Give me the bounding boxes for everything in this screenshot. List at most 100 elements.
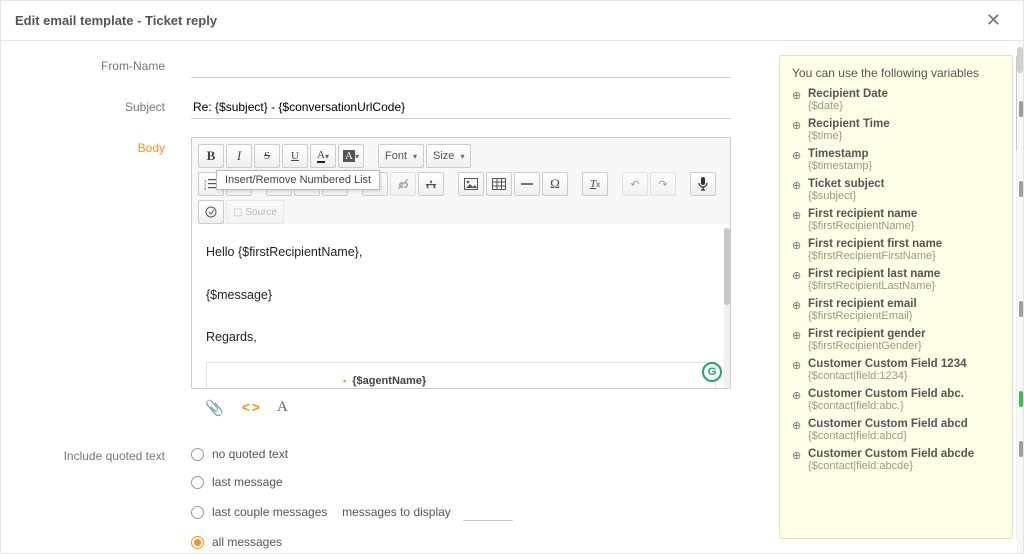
text-mode-toggle[interactable]: A bbox=[277, 399, 288, 417]
hr-button[interactable] bbox=[514, 172, 540, 196]
remove-format-button[interactable]: Tx bbox=[582, 172, 608, 196]
variable-item[interactable]: First recipient email{$firstRecipientEma… bbox=[792, 298, 1000, 322]
attachment-icon[interactable]: 📎 bbox=[205, 399, 224, 417]
edge-mark bbox=[1019, 181, 1023, 197]
variable-token: {$firstRecipientGender} bbox=[808, 340, 1000, 352]
variable-item[interactable]: Timestamp{$timestamp} bbox=[792, 148, 1000, 172]
quoted-text-options: no quoted text last message last couple me… bbox=[191, 447, 731, 549]
source-button[interactable]: ▢ Source bbox=[226, 200, 284, 224]
variable-item[interactable]: First recipient name{$firstRecipientName… bbox=[792, 208, 1000, 232]
variable-token: {$contact|field:abc.} bbox=[808, 400, 1000, 412]
form-column: From-Name Subject Body bbox=[1, 41, 779, 553]
row-include-quoted: Include quoted text no quoted textlast m… bbox=[1, 445, 775, 549]
variable-token: {$date} bbox=[808, 100, 1000, 112]
strike-button[interactable]: S bbox=[254, 144, 280, 168]
extra-button-1[interactable] bbox=[198, 200, 224, 224]
from-name-input[interactable] bbox=[191, 55, 731, 78]
dialog-header: Edit email template - Ticket reply ✕ bbox=[1, 1, 1023, 41]
anchor-button[interactable] bbox=[418, 172, 444, 196]
italic-button[interactable]: I bbox=[226, 144, 252, 168]
quoted-option[interactable]: last message bbox=[191, 475, 731, 489]
underline-button[interactable]: U bbox=[282, 144, 308, 168]
text-color-button[interactable]: A▾ bbox=[310, 144, 336, 168]
radio-icon[interactable] bbox=[191, 506, 204, 519]
redo-button[interactable]: ↷ bbox=[650, 172, 676, 196]
undo-button[interactable]: ↶ bbox=[622, 172, 648, 196]
mic-button[interactable] bbox=[690, 172, 716, 196]
messages-count-input[interactable] bbox=[463, 503, 513, 521]
variable-token: {$contact|field:1234} bbox=[808, 370, 1000, 382]
html-toggle[interactable]: < > bbox=[242, 399, 259, 417]
variable-item[interactable]: First recipient last name{$firstRecipien… bbox=[792, 268, 1000, 292]
editor-content[interactable]: Hello {$firstRecipientName}, {$message} … bbox=[192, 228, 730, 388]
radio-label: last message bbox=[212, 475, 283, 489]
variable-item[interactable]: Recipient Time{$time} bbox=[792, 118, 1000, 142]
variable-token: {$subject} bbox=[808, 190, 1000, 202]
variable-item[interactable]: First recipient gender{$firstRecipientGe… bbox=[792, 328, 1000, 352]
variable-name: First recipient name bbox=[808, 208, 1000, 220]
variable-token: {$timestamp} bbox=[808, 160, 1000, 172]
variable-token: {$firstRecipientFirstName} bbox=[808, 250, 1000, 262]
editor-scrollbar[interactable] bbox=[724, 228, 730, 388]
variable-name: First recipient gender bbox=[808, 328, 1000, 340]
subject-input[interactable] bbox=[191, 96, 731, 119]
quoted-option[interactable]: no quoted text bbox=[191, 447, 731, 461]
variable-item[interactable]: Recipient Date{$date} bbox=[792, 88, 1000, 112]
editor-footer: 📎 < > A bbox=[191, 389, 731, 427]
variable-name: Ticket subject bbox=[808, 178, 1000, 190]
variable-token: {$time} bbox=[808, 130, 1000, 142]
size-select[interactable]: Size▾ bbox=[426, 144, 471, 168]
grammarly-icon[interactable] bbox=[702, 362, 722, 382]
label-subject: Subject bbox=[1, 96, 191, 114]
font-select[interactable]: Font▾ bbox=[378, 144, 424, 168]
variable-item[interactable]: Customer Custom Field abc.{$contact|fiel… bbox=[792, 388, 1000, 412]
dialog-title: Edit email template - Ticket reply bbox=[15, 13, 217, 28]
radio-icon[interactable] bbox=[191, 476, 204, 489]
row-body: Body B I S U A▾ A▾ Font bbox=[1, 137, 775, 427]
variables-list: Recipient Date{$date}Recipient Time{$tim… bbox=[792, 88, 1000, 472]
body-line-regards: Regards, bbox=[206, 327, 716, 348]
editor-toolbar: B I S U A▾ A▾ Font▾ Size▾ bbox=[192, 138, 730, 224]
variable-name: First recipient first name bbox=[808, 238, 1000, 250]
variable-item[interactable]: Customer Custom Field abcd{$contact|fiel… bbox=[792, 418, 1000, 442]
close-button[interactable]: ✕ bbox=[978, 6, 1009, 35]
signature-card: @ LiveAgent {$agentName} {$agentSignatur… bbox=[206, 362, 716, 388]
variable-token: {$firstRecipientName} bbox=[808, 220, 1000, 232]
edge-mark bbox=[1019, 301, 1023, 317]
edit-email-template-dialog: Edit email template - Ticket reply ✕ Fro… bbox=[0, 0, 1024, 554]
quoted-option[interactable]: last couple messages messages to display bbox=[191, 503, 731, 521]
variables-column: You can use the following variables Reci… bbox=[779, 41, 1023, 553]
image-button[interactable] bbox=[458, 172, 484, 196]
size-select-label: Size bbox=[433, 150, 454, 162]
radio-label: last couple messages bbox=[212, 505, 327, 519]
variable-name: Timestamp bbox=[808, 148, 1000, 160]
dialog-body: From-Name Subject Body bbox=[1, 41, 1023, 553]
variable-name: Recipient Time bbox=[808, 118, 1000, 130]
variable-item[interactable]: Customer Custom Field 1234{$contact|fiel… bbox=[792, 358, 1000, 382]
rich-text-editor: B I S U A▾ A▾ Font▾ Size▾ bbox=[191, 137, 731, 389]
variable-item[interactable]: First recipient first name{$firstRecipie… bbox=[792, 238, 1000, 262]
variable-name: Recipient Date bbox=[808, 88, 1000, 100]
body-line-message: {$message} bbox=[206, 285, 716, 306]
row-subject: Subject bbox=[1, 96, 775, 119]
quoted-option[interactable]: all messages bbox=[191, 535, 731, 549]
signature-list: {$agentName} {$agentSignature} www.livea… bbox=[343, 373, 535, 388]
radio-icon[interactable] bbox=[191, 536, 204, 549]
radio-extra-label: messages to display bbox=[335, 505, 450, 519]
radio-icon[interactable] bbox=[191, 448, 204, 461]
bg-color-button[interactable]: A▾ bbox=[338, 144, 364, 168]
variables-panel: You can use the following variables Reci… bbox=[779, 55, 1013, 539]
body-line-hello: Hello {$firstRecipientName}, bbox=[206, 242, 716, 263]
unlink-button[interactable] bbox=[390, 172, 416, 196]
table-button[interactable] bbox=[486, 172, 512, 196]
variable-item[interactable]: Customer Custom Field abcde{$contact|fie… bbox=[792, 448, 1000, 472]
special-char-button[interactable]: Ω bbox=[542, 172, 568, 196]
variable-name: Customer Custom Field abc. bbox=[808, 388, 1000, 400]
variable-name: First recipient last name bbox=[808, 268, 1000, 280]
label-from-name: From-Name bbox=[1, 55, 191, 73]
variable-item[interactable]: Ticket subject{$subject} bbox=[792, 178, 1000, 202]
bold-button[interactable]: B bbox=[198, 144, 224, 168]
radio-label: no quoted text bbox=[212, 447, 288, 461]
edge-mark bbox=[1019, 101, 1023, 117]
variable-name: Customer Custom Field 1234 bbox=[808, 358, 1000, 370]
